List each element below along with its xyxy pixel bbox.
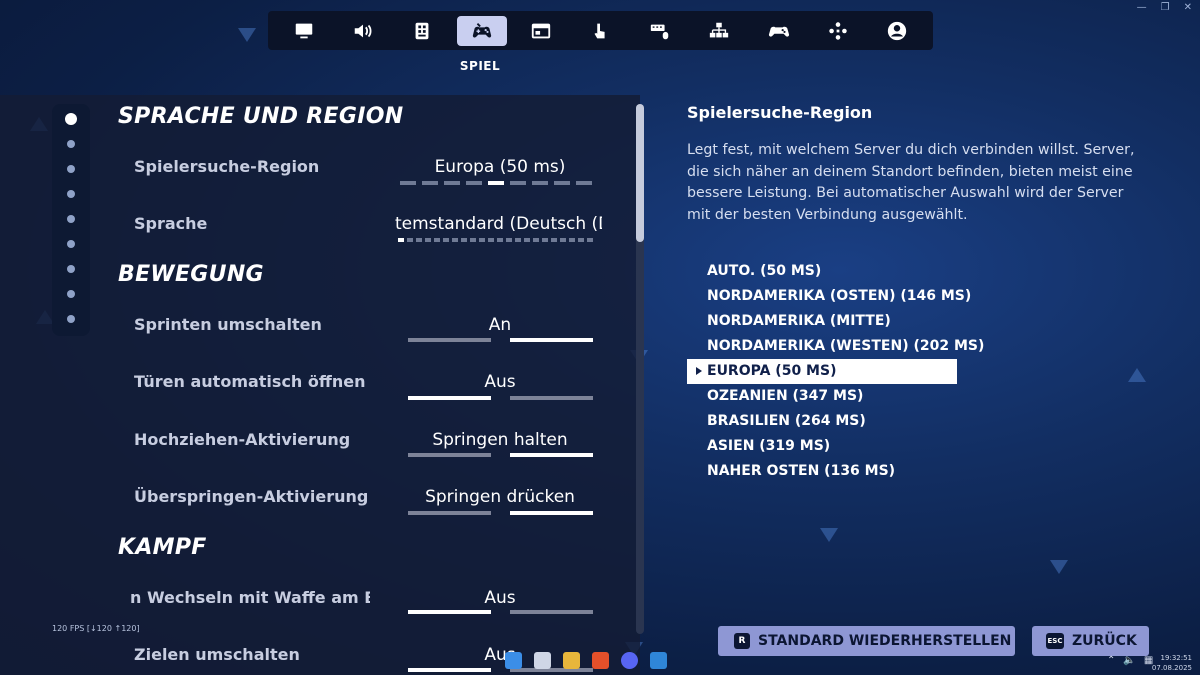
discord-icon[interactable] bbox=[621, 652, 638, 669]
mantle-activation-label[interactable]: Hochziehen-Aktivierung bbox=[134, 430, 394, 449]
section-dot[interactable] bbox=[67, 165, 75, 173]
back-label: ZURÜCK bbox=[1072, 633, 1137, 649]
windows-start-icon[interactable] bbox=[505, 652, 522, 669]
fps-counter: 120 FPS [↓120 ↑120] bbox=[52, 624, 140, 633]
tab-account[interactable] bbox=[872, 16, 922, 46]
file-explorer-icon[interactable] bbox=[563, 652, 580, 669]
section-heading: BEWEGUNG bbox=[118, 262, 264, 287]
info-description: Legt fest, mit welchem Server du dich ve… bbox=[687, 142, 1135, 223]
tab-audio[interactable] bbox=[338, 16, 388, 46]
taskbar bbox=[505, 652, 667, 669]
matchmaking-region-label[interactable]: Spielersuche-Region bbox=[134, 157, 394, 176]
restore-defaults-label: STANDARD WIEDERHERSTELLEN bbox=[758, 633, 1012, 649]
section-navigator bbox=[52, 104, 90, 336]
mantle-activation-toggle[interactable] bbox=[408, 453, 593, 457]
back-button[interactable]: ESC ZURÜCK bbox=[1032, 626, 1149, 656]
system-clock[interactable]: 19:32:51 07.08.2025 bbox=[1152, 653, 1192, 673]
active-tab-label: SPIEL bbox=[459, 59, 501, 73]
mantle-activation-value[interactable]: Springen halten bbox=[395, 430, 605, 450]
section-dot[interactable] bbox=[67, 215, 75, 223]
snipping-tool-icon[interactable] bbox=[534, 652, 551, 669]
scrollbar-thumb[interactable] bbox=[636, 104, 644, 242]
auto-open-doors-toggle[interactable] bbox=[408, 396, 593, 400]
minimize-button[interactable]: — bbox=[1137, 2, 1147, 13]
sprint-toggle-value[interactable]: An bbox=[395, 315, 605, 335]
tab-mouse-keyboard[interactable] bbox=[635, 16, 685, 46]
tab-controls[interactable] bbox=[813, 16, 863, 46]
key-hint: ESC bbox=[1046, 633, 1064, 649]
weapon-switch-value[interactable]: Aus bbox=[395, 588, 605, 608]
info-title: Spielersuche-Region bbox=[687, 103, 873, 122]
region-option[interactable]: AUTO. (50 MS) bbox=[687, 259, 957, 284]
gamepad-icon bbox=[472, 22, 491, 37]
restore-button[interactable]: ❐ bbox=[1161, 2, 1170, 13]
language-label[interactable]: Sprache bbox=[134, 214, 394, 233]
matchmaking-region-value[interactable]: Europa (50 ms) bbox=[395, 157, 605, 177]
vault-activation-value[interactable]: Springen drücken bbox=[395, 487, 605, 507]
settings-tab-bar bbox=[268, 11, 933, 50]
touch-icon bbox=[594, 23, 606, 38]
region-option[interactable]: NORDAMERIKA (MITTE) bbox=[687, 309, 957, 334]
matchmaking-region-selector[interactable] bbox=[400, 181, 592, 185]
tab-controller[interactable] bbox=[754, 16, 804, 46]
tab-touch[interactable] bbox=[575, 16, 625, 46]
language-value[interactable]: temstandard (Deutsch (D bbox=[395, 214, 602, 234]
monitor-icon bbox=[295, 23, 312, 38]
region-option[interactable]: ASIEN (319 MS) bbox=[687, 434, 957, 459]
user-icon bbox=[888, 21, 907, 40]
volume-icon[interactable]: 🔈 bbox=[1123, 655, 1135, 666]
section-heading: SPRACHE UND REGION bbox=[118, 104, 404, 129]
section-dot[interactable] bbox=[67, 240, 75, 248]
window-controls: — ❐ ✕ bbox=[1137, 2, 1192, 13]
region-option[interactable]: NAHER OSTEN (136 MS) bbox=[687, 459, 957, 484]
clock-time: 19:32:51 bbox=[1160, 654, 1192, 662]
tab-accessibility[interactable] bbox=[397, 16, 447, 46]
region-option[interactable]: OZEANIEN (347 MS) bbox=[687, 384, 957, 409]
section-dot[interactable] bbox=[67, 140, 75, 148]
sprint-toggle-label[interactable]: Sprinten umschalten bbox=[134, 315, 394, 334]
vault-activation-toggle[interactable] bbox=[408, 511, 593, 515]
weapon-switch-label[interactable]: n Wechseln mit Waffe am Bo bbox=[130, 588, 370, 607]
window-icon bbox=[531, 23, 551, 38]
section-heading: KAMPF bbox=[118, 535, 207, 560]
aim-toggle-label[interactable]: Zielen umschalten bbox=[134, 645, 394, 664]
region-option-selected[interactable]: EUROPA (50 MS) bbox=[687, 359, 957, 384]
brave-browser-icon[interactable] bbox=[592, 652, 609, 669]
section-dot[interactable] bbox=[67, 265, 75, 273]
keyboard-mouse-icon bbox=[650, 24, 669, 39]
settings-scrollbar[interactable] bbox=[636, 104, 644, 634]
system-tray: ⌃ 🔈 ▦ bbox=[1107, 655, 1153, 666]
dpad-icon bbox=[829, 21, 847, 40]
region-option[interactable]: NORDAMERIKA (OSTEN) (146 MS) bbox=[687, 284, 971, 309]
section-dot[interactable] bbox=[65, 113, 77, 125]
section-dot[interactable] bbox=[67, 190, 75, 198]
clock-date: 07.08.2025 bbox=[1151, 664, 1192, 672]
tab-controller-layout[interactable] bbox=[694, 16, 744, 46]
tab-hud[interactable] bbox=[516, 16, 566, 46]
region-option[interactable]: NORDAMERIKA (WESTEN) (202 MS) bbox=[687, 334, 984, 359]
region-option-list: AUTO. (50 MS) NORDAMERIKA (OSTEN) (146 M… bbox=[687, 259, 984, 484]
tab-video[interactable] bbox=[279, 16, 329, 46]
controller-icon bbox=[768, 26, 789, 37]
auto-open-doors-value[interactable]: Aus bbox=[395, 372, 605, 392]
chevron-up-icon[interactable]: ⌃ bbox=[1107, 655, 1115, 666]
fortnite-icon[interactable] bbox=[650, 652, 667, 669]
section-dot[interactable] bbox=[67, 315, 75, 323]
layout-icon bbox=[710, 22, 729, 37]
section-dot[interactable] bbox=[67, 290, 75, 298]
region-option[interactable]: BRASILIEN (264 MS) bbox=[687, 409, 957, 434]
key-hint: R bbox=[734, 633, 750, 649]
vault-activation-label[interactable]: Überspringen-Aktivierung bbox=[134, 487, 394, 506]
weapon-switch-toggle[interactable] bbox=[408, 610, 593, 614]
restore-defaults-button[interactable]: R STANDARD WIEDERHERSTELLEN bbox=[718, 626, 1015, 656]
sprint-toggle[interactable] bbox=[408, 338, 593, 342]
tab-game[interactable] bbox=[456, 15, 507, 46]
speaker-icon bbox=[354, 24, 372, 37]
auto-open-doors-label[interactable]: Türen automatisch öffnen bbox=[134, 372, 394, 391]
grid-icon bbox=[415, 22, 429, 39]
language-selector[interactable] bbox=[398, 238, 593, 242]
close-button[interactable]: ✕ bbox=[1184, 2, 1192, 13]
